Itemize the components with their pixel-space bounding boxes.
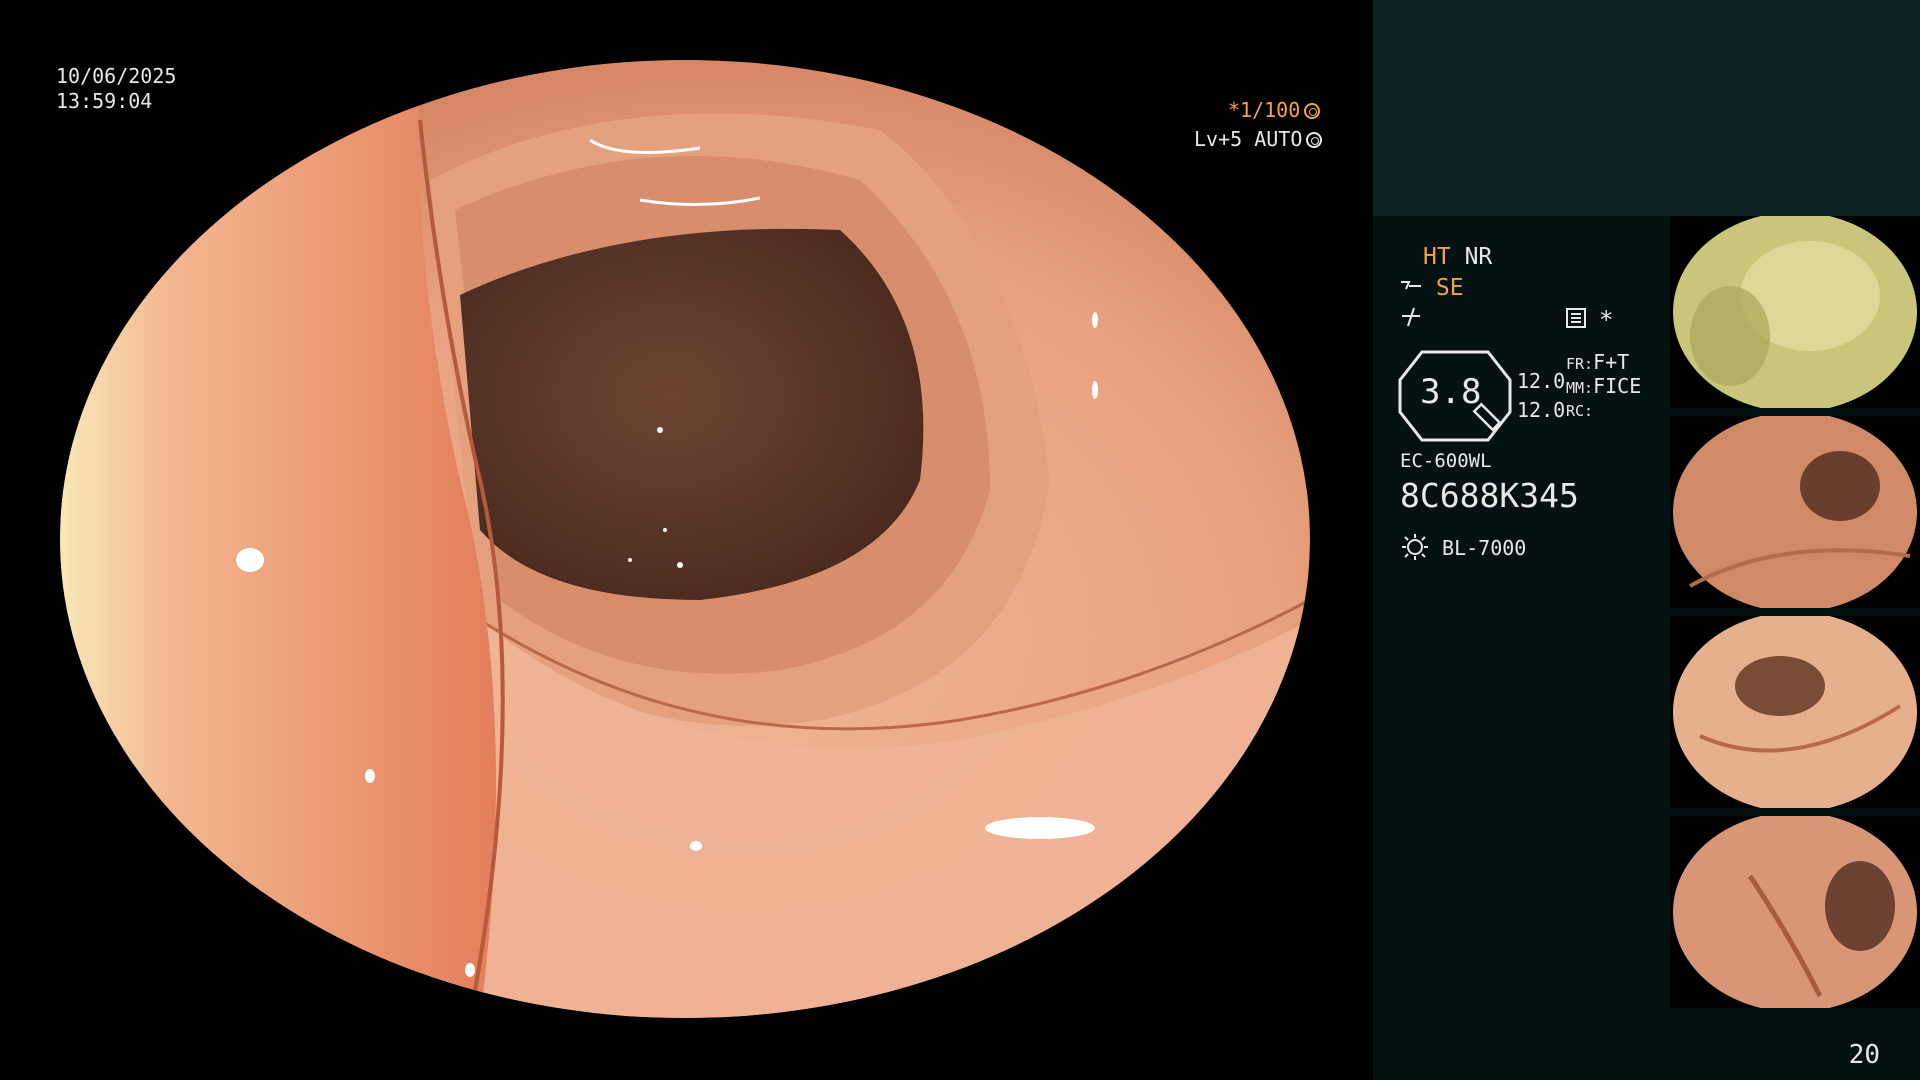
fr-label: FR: <box>1566 355 1594 373</box>
serial-number-label: 8C688K345 <box>1400 476 1579 515</box>
enhancement-row: HT NR <box>1423 244 1492 270</box>
mm-row: MM:FICE <box>1566 374 1641 398</box>
settings-list-icon <box>1566 308 1586 328</box>
value-two: 12.0 <box>1517 398 1566 422</box>
endoscope-main-view <box>60 60 1310 1018</box>
structure-icon <box>1401 281 1421 290</box>
magnification-value: 3.8 <box>1420 372 1482 412</box>
time-label: 13:59:04 <box>56 89 153 113</box>
shutter-icon <box>1304 103 1321 119</box>
light-source-icon <box>1402 534 1428 560</box>
value-one: 12.0 <box>1517 369 1566 393</box>
light-source-label: BL-7000 <box>1442 536 1527 560</box>
mm-value: FICE <box>1593 374 1642 398</box>
datetime-overlay: 10/06/2025 13:59:04 <box>56 64 176 114</box>
freeze-icon <box>1402 307 1420 327</box>
info-panel-header <box>1373 0 1920 216</box>
nr-label: NR <box>1464 244 1493 270</box>
scope-model-label: EC-600WL <box>1400 450 1492 472</box>
thumbnail-4[interactable] <box>1670 816 1920 1008</box>
ht-label: HT <box>1423 244 1451 270</box>
thumbnail-3[interactable] <box>1670 616 1920 808</box>
exposure-level-label: Lv+5 AUTO <box>1194 127 1323 151</box>
fr-row: FR:F+T <box>1566 350 1629 374</box>
date-label: 10/06/2025 <box>56 64 177 88</box>
se-label: SE <box>1435 275 1464 301</box>
mm-label: MM: <box>1566 379 1594 397</box>
structure-enhance-row: SE <box>1400 275 1464 301</box>
rc-row: RC: <box>1566 402 1593 420</box>
fr-value: F+T <box>1593 350 1630 374</box>
auto-iris-icon <box>1306 132 1323 148</box>
light-source-row: BL-7000 <box>1400 532 1526 562</box>
page-number: 20 <box>1848 1040 1880 1070</box>
rc-label: RC: <box>1566 402 1594 420</box>
shutter-speed-label: *1/100 <box>1228 98 1321 122</box>
thumbnail-1[interactable] <box>1670 216 1920 408</box>
thumbnail-2[interactable] <box>1670 416 1920 608</box>
level-value: Lv+5 AUTO <box>1194 127 1303 151</box>
shutter-value: *1/100 <box>1228 98 1301 122</box>
asterisk-label: * <box>1599 306 1614 334</box>
